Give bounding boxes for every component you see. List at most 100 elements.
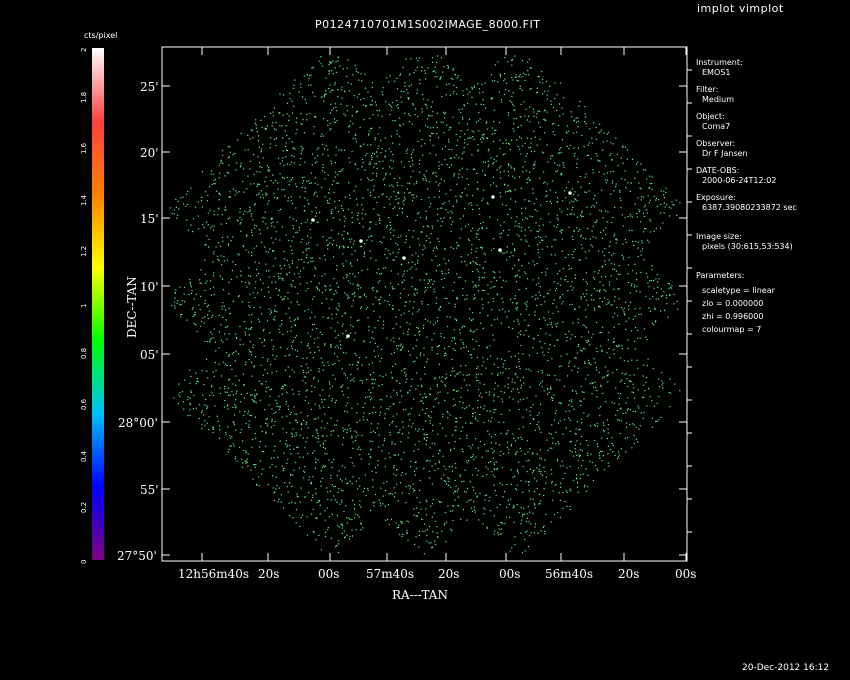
event-point (241, 440, 244, 442)
event-point (375, 296, 377, 298)
event-point (517, 225, 519, 227)
event-point (276, 355, 278, 357)
event-point (462, 153, 464, 155)
event-point (627, 437, 629, 439)
event-point (526, 218, 528, 220)
event-point (210, 386, 213, 388)
event-point (619, 357, 622, 359)
event-point (638, 182, 640, 184)
event-point (544, 301, 546, 303)
event-point (594, 381, 596, 383)
event-point (277, 188, 279, 190)
event-point (352, 123, 354, 125)
event-point (627, 347, 629, 349)
event-point (346, 276, 348, 278)
event-point (538, 426, 540, 428)
event-point (488, 433, 490, 435)
event-point (299, 270, 302, 272)
event-point (553, 239, 555, 241)
event-point (557, 512, 559, 514)
event-point (417, 327, 419, 329)
event-point (541, 151, 543, 153)
event-point (458, 109, 460, 111)
event-point (302, 456, 304, 458)
event-point (405, 501, 407, 504)
event-point (390, 196, 392, 198)
event-point (578, 429, 580, 431)
event-point (554, 97, 556, 100)
event-point (305, 441, 307, 443)
event-point (607, 381, 609, 383)
event-point (550, 469, 552, 471)
event-point (330, 474, 332, 476)
event-point (513, 167, 515, 169)
event-point (533, 503, 535, 505)
event-point (388, 81, 390, 83)
event-point (624, 382, 626, 384)
event-point (607, 131, 609, 133)
event-point (500, 521, 502, 523)
event-point (668, 391, 670, 393)
event-point (548, 348, 550, 350)
event-point (367, 317, 369, 319)
event-point (381, 399, 383, 401)
event-point (442, 427, 444, 429)
event-point (539, 138, 541, 140)
event-point (315, 268, 317, 270)
event-point (465, 460, 468, 462)
event-point (312, 508, 314, 510)
event-point (207, 406, 209, 408)
event-point (227, 218, 229, 220)
event-point (323, 364, 325, 366)
event-point (607, 302, 609, 304)
event-point (444, 297, 446, 300)
event-point (472, 312, 474, 314)
event-point (208, 416, 210, 418)
event-point (298, 229, 301, 231)
event-point (457, 496, 459, 498)
event-point (330, 537, 332, 539)
event-point (627, 339, 629, 341)
event-point (527, 506, 529, 508)
event-point (337, 89, 339, 91)
event-point (265, 270, 268, 272)
event-point (591, 230, 593, 232)
event-point (323, 94, 325, 96)
event-point (322, 446, 325, 448)
event-point (479, 312, 481, 314)
event-point (336, 110, 338, 112)
event-point (421, 300, 423, 302)
event-point (189, 281, 191, 283)
event-point (426, 336, 428, 338)
event-point (505, 433, 507, 435)
event-point (491, 133, 493, 135)
event-point (285, 384, 287, 386)
event-point (622, 145, 624, 147)
event-point (669, 286, 671, 288)
event-point (245, 462, 247, 464)
event-point (496, 318, 498, 320)
event-point (466, 123, 469, 125)
event-point (222, 150, 224, 152)
event-point (624, 146, 626, 148)
event-point (253, 365, 256, 367)
event-point (386, 77, 388, 79)
event-point (432, 61, 434, 63)
event-point (520, 239, 522, 241)
event-point (301, 186, 303, 188)
event-point (371, 235, 373, 237)
event-point (220, 255, 222, 257)
event-point (547, 351, 549, 353)
event-point (352, 326, 354, 328)
event-point (460, 256, 462, 258)
event-point (560, 151, 562, 154)
event-point (328, 516, 330, 518)
event-point (307, 262, 309, 264)
event-point (497, 532, 499, 534)
event-point (331, 109, 333, 111)
event-point (565, 197, 567, 199)
event-point (611, 182, 613, 184)
event-point (566, 340, 568, 342)
event-point (236, 336, 238, 339)
event-point (663, 212, 665, 214)
